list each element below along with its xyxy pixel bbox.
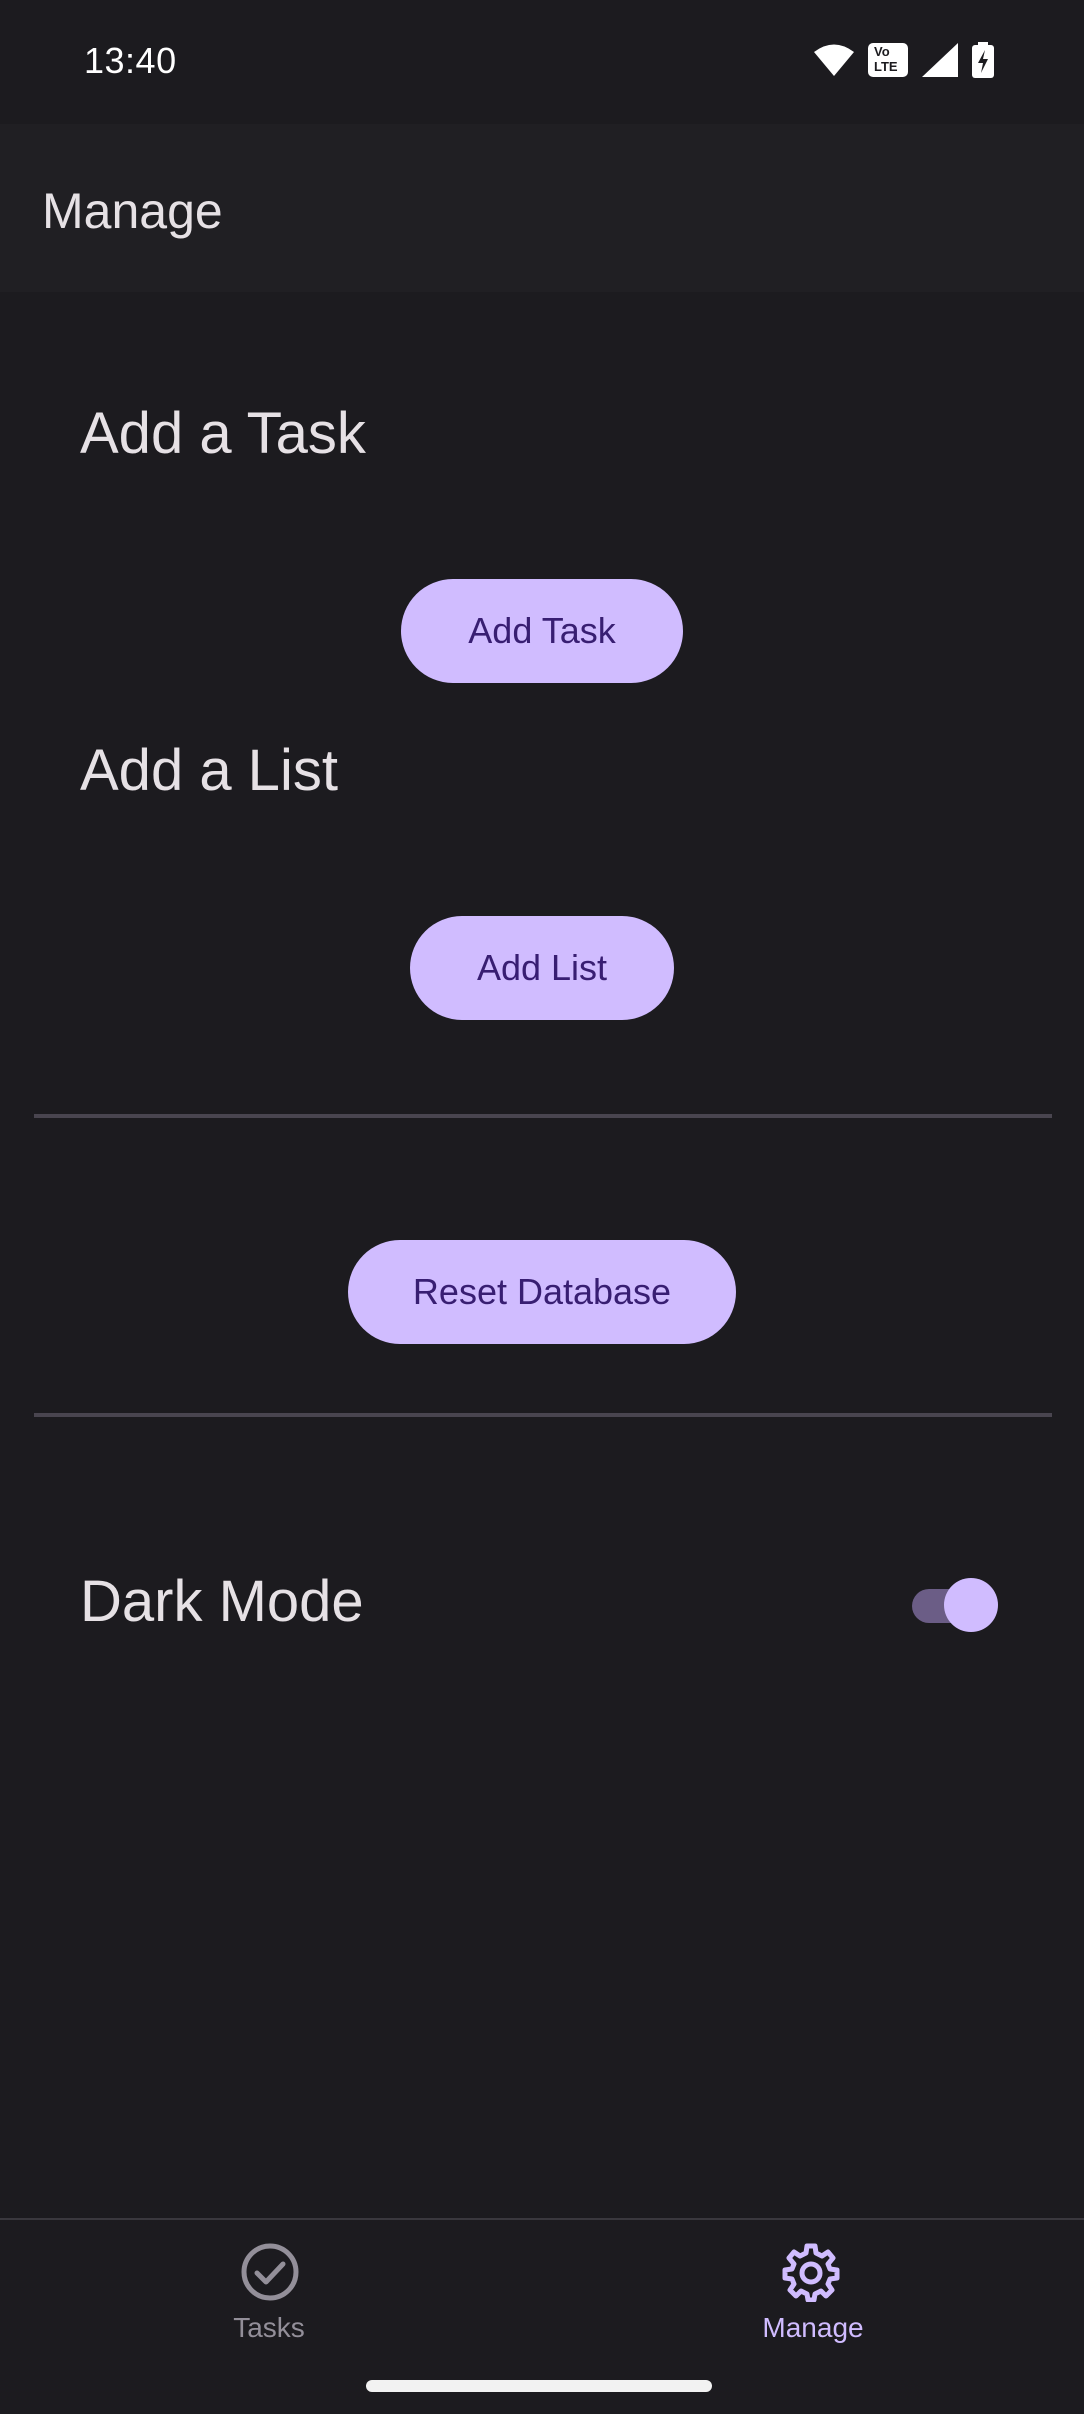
add-list-button[interactable]: Add List: [410, 916, 674, 1020]
volte-text-top: Vo: [874, 44, 890, 59]
nav-item-tasks[interactable]: Tasks: [0, 2220, 542, 2370]
divider: [34, 1114, 1052, 1118]
dark-mode-switch[interactable]: [912, 1578, 998, 1632]
divider: [34, 1413, 1052, 1417]
dark-mode-label: Dark Mode: [80, 1569, 364, 1634]
check-circle-icon: [240, 2242, 300, 2307]
add-task-heading: Add a Task: [80, 401, 366, 466]
status-time: 13:40: [84, 40, 177, 81]
wifi-icon: [814, 43, 854, 77]
status-bar: 13:40 Vo LTE: [0, 0, 1084, 124]
nav-label-tasks: Tasks: [233, 2312, 305, 2343]
home-indicator[interactable]: [366, 2380, 712, 2392]
add-task-button[interactable]: Add Task: [401, 579, 683, 683]
switch-thumb: [944, 1578, 998, 1632]
volte-icon: Vo LTE: [868, 43, 908, 77]
battery-charging-icon: [972, 42, 994, 78]
top-app-bar: Manage: [0, 124, 1084, 292]
gear-icon: [781, 2242, 841, 2307]
add-list-heading: Add a List: [80, 738, 338, 803]
status-icons: Vo LTE: [814, 42, 994, 78]
reset-database-button[interactable]: Reset Database: [348, 1240, 736, 1344]
page-title: Manage: [42, 183, 223, 239]
nav-label-manage: Manage: [762, 2312, 864, 2343]
nav-item-manage[interactable]: Manage: [542, 2220, 1084, 2370]
volte-text-bottom: LTE: [874, 59, 898, 74]
signal-icon: [922, 43, 958, 77]
